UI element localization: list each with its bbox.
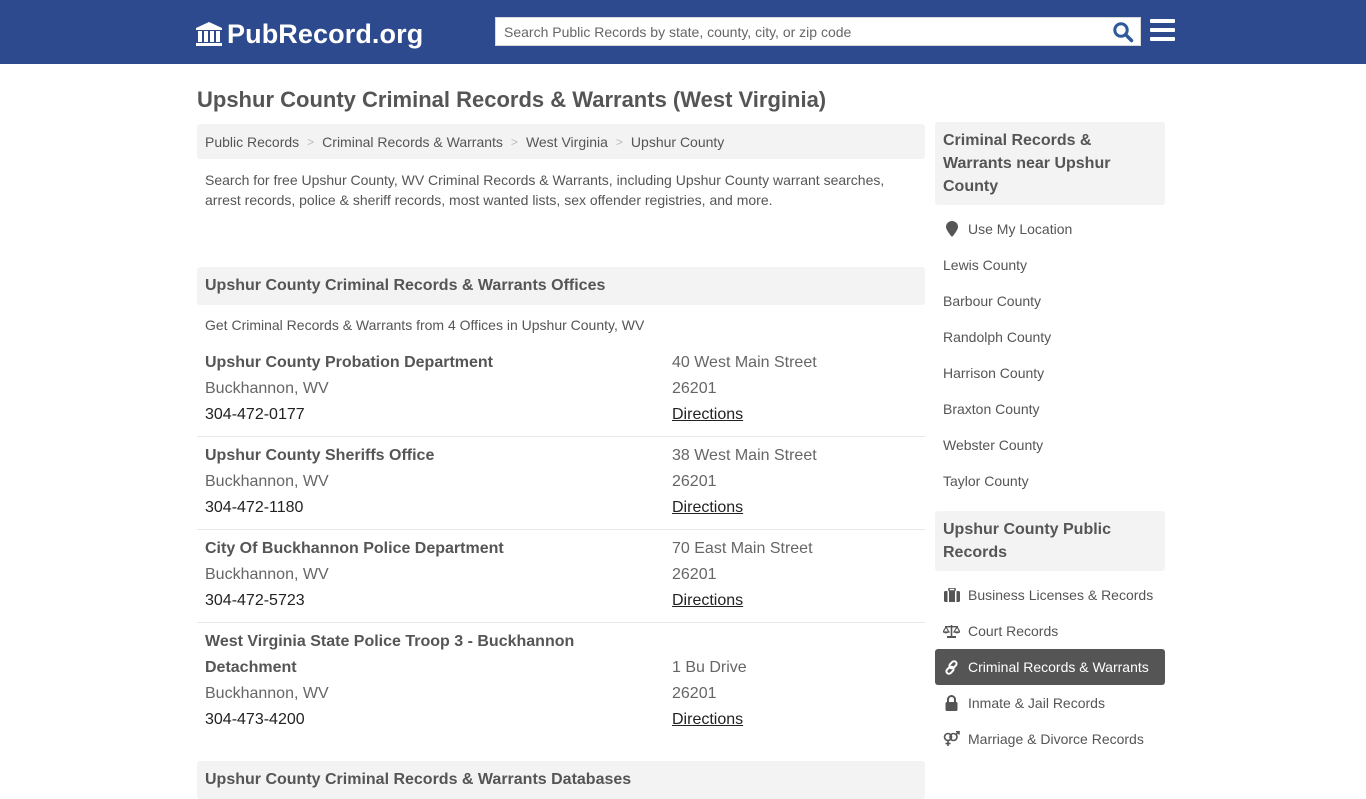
office-phone[interactable]: 304-473-4200 [205,707,605,733]
sidebar-item-criminal-records[interactable]: Criminal Records & Warrants [935,649,1165,685]
office-name: City Of Buckhannon Police Department [205,540,504,557]
offices-section-title: Upshur County Criminal Records & Warrant… [197,267,925,305]
nearby-county-link[interactable]: Lewis County [935,247,1165,283]
breadcrumb-separator: > [510,134,518,149]
use-my-location-link[interactable]: Use My Location [935,211,1165,247]
map-marker-icon [943,221,960,237]
office-zip: 26201 [672,566,717,583]
offices-section-subtitle: Get Criminal Records & Warrants from 4 O… [205,317,645,333]
page-title: Upshur County Criminal Records & Warrant… [197,87,827,112]
office-city: Buckhannon, WV [205,473,329,490]
directions-link[interactable]: Directions [672,707,743,733]
site-logo[interactable]: PubRecord.org [195,17,423,51]
venus-mars-icon [943,731,960,747]
nearby-list: Use My Location Lewis County Barbour Cou… [935,205,1165,509]
breadcrumb-public-records[interactable]: Public Records [205,134,299,150]
nearby-county-link[interactable]: Braxton County [935,391,1165,427]
breadcrumb: Public Records > Criminal Records & Warr… [197,124,925,159]
breadcrumb-upshur-county[interactable]: Upshur County [631,134,724,150]
nearby-county-link[interactable]: Webster County [935,427,1165,463]
office-phone[interactable]: 304-472-5723 [205,588,672,614]
office-city: Buckhannon, WV [205,685,329,702]
public-records-section-title: Upshur County Public Records [935,511,1165,571]
hamburger-menu-icon[interactable] [1150,19,1175,41]
office-item: Upshur County Probation Department Buckh… [197,344,925,437]
breadcrumb-criminal-records[interactable]: Criminal Records & Warrants [322,134,503,150]
office-zip: 26201 [672,473,717,490]
search-icon[interactable] [1112,21,1134,43]
sidebar: Criminal Records & Warrants near Upshur … [935,122,1165,767]
office-phone[interactable]: 304-472-0177 [205,402,672,428]
breadcrumb-separator: > [307,134,315,149]
sidebar-item-label: Court Records [968,623,1059,639]
intro-text: Search for free Upshur County, WV Crimin… [205,172,885,208]
nearby-section-title: Criminal Records & Warrants near Upshur … [935,122,1165,205]
office-address: 40 West Main Street [672,354,817,371]
directions-link[interactable]: Directions [672,588,743,614]
office-address: 70 East Main Street [672,540,813,557]
sidebar-item-business-licenses[interactable]: Business Licenses & Records [935,577,1165,613]
main-content: Public Records > Criminal Records & Warr… [197,124,925,799]
link-icon [943,659,960,675]
sidebar-item-label: Marriage & Divorce Records [968,731,1144,747]
sidebar-item-label: Inmate & Jail Records [968,695,1105,711]
briefcase-icon [943,587,960,603]
sidebar-item-marriage-records[interactable]: Marriage & Divorce Records [935,721,1165,757]
logo-text: PubRecord.org [227,18,424,49]
office-item: City Of Buckhannon Police Department Buc… [197,530,925,623]
office-city: Buckhannon, WV [205,380,329,397]
office-name: West Virginia State Police Troop 3 - Buc… [205,633,575,676]
office-city: Buckhannon, WV [205,566,329,583]
office-item: Upshur County Sheriffs Office Buckhannon… [197,437,925,530]
breadcrumb-separator: > [615,134,623,149]
office-address: 1 Bu Drive [672,659,747,676]
sidebar-item-label: Criminal Records & Warrants [968,659,1149,675]
sidebar-item-inmate-records[interactable]: Inmate & Jail Records [935,685,1165,721]
search-box [495,17,1141,46]
lock-icon [943,695,960,711]
sidebar-item-court-records[interactable]: Court Records [935,613,1165,649]
top-header: PubRecord.org [0,0,1366,64]
nearby-county-link[interactable]: Barbour County [935,283,1165,319]
nearby-county-link[interactable]: Randolph County [935,319,1165,355]
directions-link[interactable]: Directions [672,495,743,521]
nearby-county-link[interactable]: Taylor County [935,463,1165,499]
office-address: 38 West Main Street [672,447,817,464]
sidebar-item-label: Business Licenses & Records [968,587,1154,603]
databases-section-title: Upshur County Criminal Records & Warrant… [197,761,925,799]
search-input[interactable] [496,18,1106,45]
office-item: West Virginia State Police Troop 3 - Buc… [197,623,925,741]
office-name: Upshur County Sheriffs Office [205,447,435,464]
balance-scale-icon [943,623,960,639]
office-name: Upshur County Probation Department [205,354,494,371]
use-my-location-label: Use My Location [968,221,1073,237]
nearby-county-link[interactable]: Harrison County [935,355,1165,391]
directions-link[interactable]: Directions [672,402,743,428]
office-zip: 26201 [672,380,717,397]
breadcrumb-west-virginia[interactable]: West Virginia [526,134,608,150]
courthouse-icon [196,22,222,46]
office-zip: 26201 [672,685,717,702]
office-phone[interactable]: 304-472-1180 [205,495,672,521]
public-records-list: Business Licenses & Records Court Record… [935,571,1165,767]
